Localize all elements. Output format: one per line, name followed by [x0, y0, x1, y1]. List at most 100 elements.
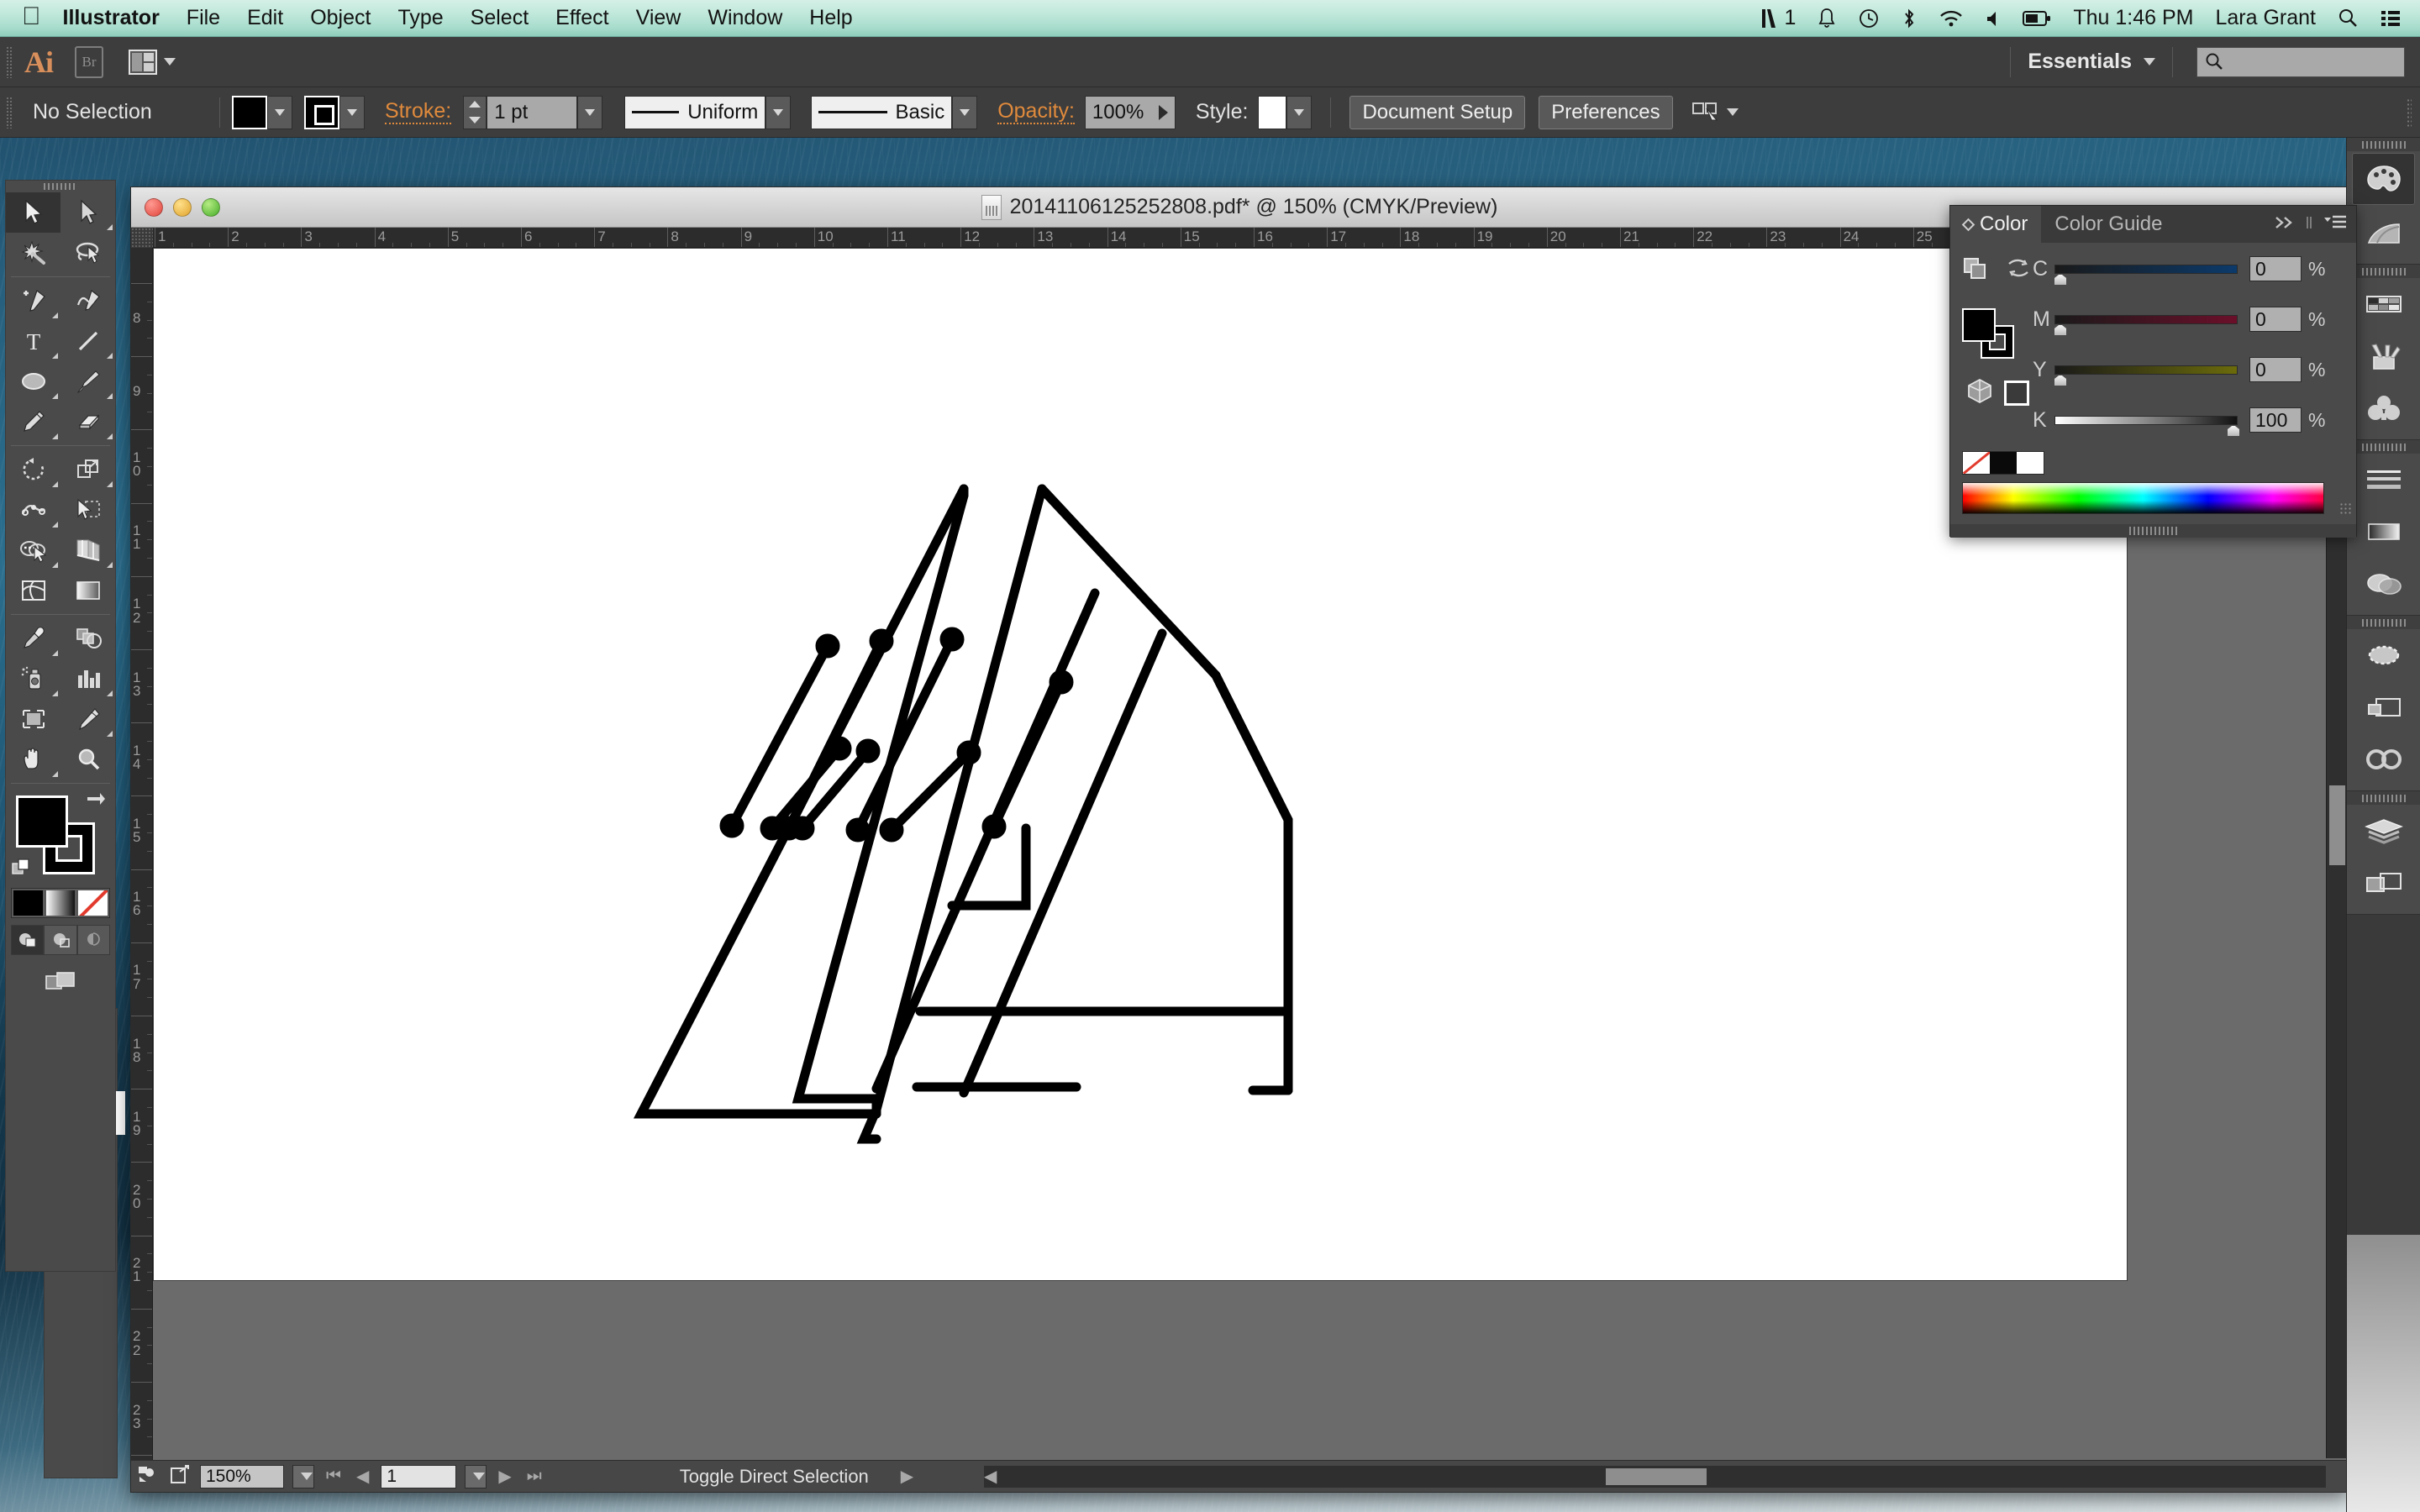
- menu-effect[interactable]: Effect: [555, 6, 608, 30]
- menubar-clock[interactable]: Thu 1:46 PM: [2073, 6, 2193, 30]
- graphic-styles-icon[interactable]: [2347, 681, 2420, 733]
- help-search-box[interactable]: [2196, 46, 2405, 77]
- menu-type[interactable]: Type: [397, 6, 443, 30]
- color-panel-fill-swatch[interactable]: [1962, 308, 1996, 342]
- color-panel-preview-swatch[interactable]: [2004, 380, 2029, 406]
- artboard-number-dropdown[interactable]: [465, 1464, 487, 1488]
- dock-grip-3[interactable]: [2347, 440, 2420, 454]
- horizontal-scrollbar[interactable]: ◀: [984, 1466, 2326, 1488]
- paintbrush-tool[interactable]: [60, 361, 115, 402]
- draw-behind-button[interactable]: [44, 925, 77, 955]
- channel-value-m[interactable]: 0: [2249, 307, 2302, 332]
- swatches-icon[interactable]: [2347, 278, 2420, 330]
- swap-fill-stroke-icon[interactable]: [83, 790, 107, 815]
- width-tool[interactable]: [6, 490, 60, 530]
- bell-icon[interactable]: [1818, 8, 1836, 29]
- type-tool[interactable]: T: [6, 321, 60, 361]
- stroke-weight-label[interactable]: Stroke:: [385, 100, 452, 124]
- draw-normal-button[interactable]: [11, 925, 45, 955]
- fill-color-control[interactable]: [232, 95, 292, 129]
- mesh-tool[interactable]: [6, 570, 60, 611]
- none-swatch-button[interactable]: [76, 889, 110, 917]
- wifi-icon[interactable]: [1939, 8, 1964, 29]
- menu-illustrator[interactable]: Illustrator: [63, 6, 160, 30]
- channel-knob-k[interactable]: [2227, 424, 2240, 437]
- appbar-grip[interactable]: [6, 45, 13, 78]
- panel-footer-grip[interactable]: [1950, 524, 2356, 538]
- adobe-cc-icon[interactable]: 1: [1759, 6, 1796, 30]
- zoom-level-field[interactable]: 150%: [200, 1464, 284, 1488]
- artboard-navigation-icon[interactable]: [136, 1463, 161, 1490]
- dock-grip-1[interactable]: [2347, 138, 2420, 151]
- color-swatch-button[interactable]: [12, 889, 45, 917]
- line-segment-tool[interactable]: [60, 321, 115, 361]
- ellipse-tool[interactable]: [6, 361, 60, 402]
- color-panel-swap-icon[interactable]: [2006, 257, 2031, 285]
- volume-icon[interactable]: [1986, 8, 2001, 29]
- brush-dropdown[interactable]: [952, 95, 978, 129]
- stroke-swatch[interactable]: [304, 95, 339, 129]
- color-panel-icon[interactable]: [2352, 153, 2415, 205]
- quick-swatch-none[interactable]: [1963, 452, 1990, 474]
- stroke-dropdown-button[interactable]: [339, 95, 365, 129]
- vertical-ruler[interactable]: 8 9 1 0 1 1 1 2 1 3 1 4 1 5 1 6 1 7 1 8 1 9 2 0 2 1 2 …: [131, 248, 153, 1492]
- tab-color[interactable]: Color: [1950, 206, 2042, 243]
- arrange-documents-button[interactable]: [129, 49, 176, 75]
- share-on-behance-icon[interactable]: [170, 1463, 192, 1490]
- menu-edit[interactable]: Edit: [247, 6, 283, 30]
- fill-dropdown-button[interactable]: [267, 95, 292, 129]
- workspace-chevron-down-icon[interactable]: [2144, 58, 2155, 66]
- layers-icon[interactable]: [2347, 805, 2420, 857]
- artboard[interactable]: [153, 248, 2128, 1281]
- channel-value-k[interactable]: 100: [2249, 407, 2302, 433]
- color-guide-icon[interactable]: [2347, 207, 2420, 259]
- gradient-swatch-button[interactable]: [44, 889, 77, 917]
- brush-definition-control[interactable]: Basic: [811, 95, 978, 129]
- channel-track-m[interactable]: [2054, 314, 2238, 336]
- scroll-left-arrow-icon[interactable]: ◀: [981, 1466, 1000, 1487]
- notification-center-icon[interactable]: [2380, 8, 2402, 29]
- column-graph-tool[interactable]: [60, 659, 115, 699]
- shape-builder-tool[interactable]: [6, 530, 60, 570]
- channel-knob-y[interactable]: [2054, 374, 2067, 386]
- channel-track-k[interactable]: [2054, 415, 2240, 437]
- draw-inside-button[interactable]: [76, 925, 110, 955]
- tab-color-guide[interactable]: Color Guide: [2041, 206, 2175, 243]
- panel-resize-grip[interactable]: [2339, 502, 2353, 516]
- symbol-sprayer-tool[interactable]: [6, 659, 60, 699]
- stroke-weight-dropdown[interactable]: [577, 95, 603, 129]
- next-artboard-button[interactable]: ▶: [495, 1466, 514, 1487]
- toolbox-grip[interactable]: [6, 181, 115, 192]
- graphic-style-control[interactable]: [1258, 95, 1313, 129]
- launch-bridge-button[interactable]: Br: [75, 45, 103, 78]
- curvature-tool[interactable]: [60, 281, 115, 321]
- color-panel-fill-stroke-toggle-icon[interactable]: [1962, 256, 1991, 286]
- selection-tool[interactable]: [6, 192, 60, 233]
- last-artboard-button[interactable]: ⏭: [523, 1467, 545, 1486]
- channel-track-c[interactable]: [2054, 264, 2238, 286]
- opacity-field[interactable]: 100%: [1084, 95, 1176, 129]
- channel-value-c[interactable]: 0: [2249, 256, 2302, 281]
- select-similar-chevron-icon[interactable]: [1726, 108, 1739, 116]
- select-similar-objects-button[interactable]: [1691, 100, 1739, 125]
- document-setup-button[interactable]: Document Setup: [1349, 95, 1526, 129]
- quick-swatch-white[interactable]: [2017, 452, 2044, 474]
- vertical-scrollbar-thumb[interactable]: [2329, 785, 2345, 865]
- stroke-weight-stepper[interactable]: [463, 95, 487, 129]
- appearance-icon[interactable]: [2347, 629, 2420, 681]
- artboards-icon[interactable]: [2347, 857, 2420, 909]
- preferences-button[interactable]: Preferences: [1539, 95, 1673, 129]
- color-spectrum-bar[interactable]: [1962, 482, 2324, 514]
- magic-wand-tool[interactable]: [6, 233, 60, 273]
- scale-tool[interactable]: [60, 449, 115, 490]
- stroke-weight-control[interactable]: 1 pt: [463, 95, 603, 129]
- dock-grip-4[interactable]: [2347, 616, 2420, 629]
- channel-track-y[interactable]: [2054, 365, 2238, 386]
- gradient-tool[interactable]: [60, 570, 115, 611]
- lasso-tool[interactable]: [60, 233, 115, 273]
- menubar-user[interactable]: Lara Grant: [2215, 6, 2316, 30]
- pen-tool[interactable]: [6, 281, 60, 321]
- menu-window[interactable]: Window: [708, 6, 782, 30]
- stroke-color-control[interactable]: [304, 95, 365, 129]
- artboard-number-field[interactable]: 1: [381, 1464, 457, 1488]
